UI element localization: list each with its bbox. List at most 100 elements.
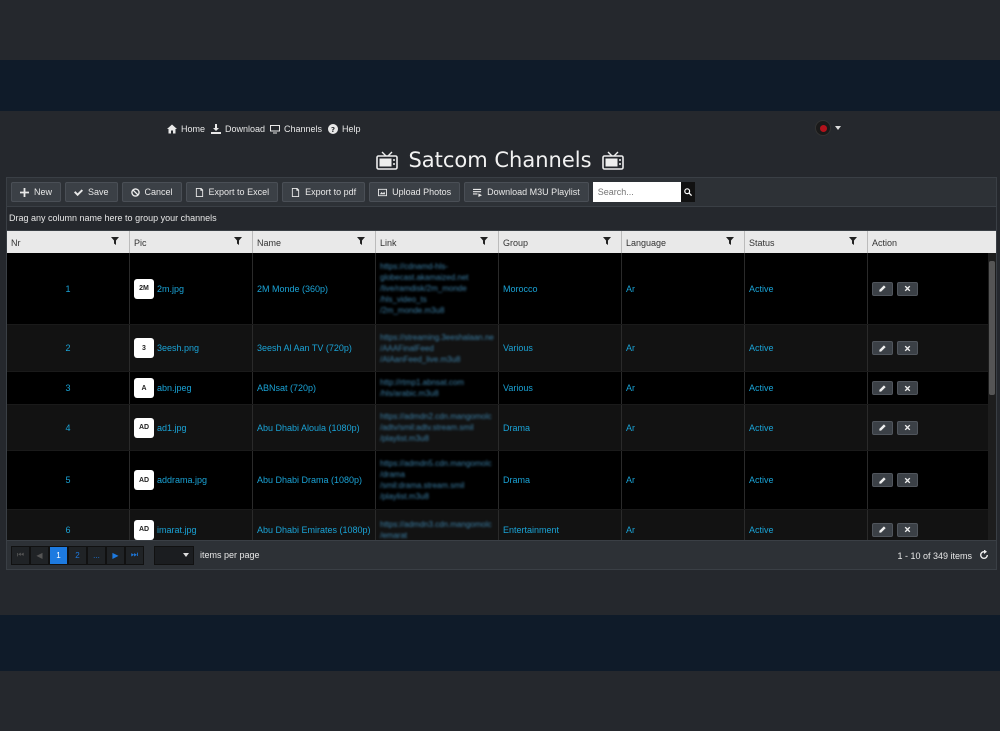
link-line: /live/ramdisk/2m_monde	[380, 284, 467, 293]
new-button[interactable]: New	[11, 182, 62, 202]
nav-help[interactable]: ? Help	[328, 124, 361, 134]
row-number: 6	[65, 524, 71, 535]
filter-icon[interactable]	[849, 237, 857, 245]
group-drop-area[interactable]: Drag any column name here to group your …	[7, 207, 996, 231]
delete-button[interactable]	[897, 420, 918, 435]
row-number: 4	[65, 422, 71, 433]
cell-action	[868, 253, 982, 324]
column-header-group[interactable]: Group	[499, 231, 622, 253]
column-header-status[interactable]: Status	[745, 231, 868, 253]
edit-button[interactable]	[872, 381, 893, 395]
close-icon	[904, 385, 911, 391]
next-page-button[interactable]: ▶	[106, 545, 125, 565]
nav-channels[interactable]: Channels	[270, 124, 322, 134]
link-line: https://admdn2.cdn.mangomolc	[380, 412, 492, 421]
link-line: /smil:drama.stream.smil	[380, 481, 465, 490]
filter-icon[interactable]	[603, 237, 611, 245]
column-header-language[interactable]: Language	[622, 231, 745, 253]
delete-button[interactable]	[897, 381, 918, 395]
cell-name: Abu Dhabi Aloula (1080p)	[253, 405, 376, 450]
edit-button[interactable]	[872, 281, 893, 296]
channel-logo: A	[134, 378, 154, 398]
cell-language: Ar	[622, 253, 745, 324]
cell-name: 2M Monde (360p)	[253, 253, 376, 324]
channel-group: Various	[503, 343, 533, 353]
table-row[interactable]: 1 2M 2m.jpg 2M Monde (360p) https://cdna…	[7, 253, 996, 325]
check-icon	[74, 188, 84, 196]
upload-photos-label: Upload Photos	[392, 187, 452, 197]
edit-button[interactable]	[872, 420, 893, 435]
cell-language: Ar	[622, 451, 745, 509]
column-header-link[interactable]: Link	[376, 231, 499, 253]
cancel-button[interactable]: Cancel	[121, 182, 182, 202]
cell-nr: 4	[7, 405, 130, 450]
filter-icon[interactable]	[726, 237, 734, 245]
channel-group: Drama	[503, 475, 531, 485]
edit-button[interactable]	[872, 473, 893, 487]
cell-pic: AD addrama.jpg	[130, 451, 253, 509]
cell-nr: 6	[7, 510, 130, 540]
channel-logo: 3	[134, 338, 154, 358]
link-line: /hls/arabic.m3u8	[380, 389, 439, 398]
save-button-label: Save	[88, 187, 109, 197]
column-header-name[interactable]: Name	[253, 231, 376, 253]
cell-group: Entertainment	[499, 510, 622, 540]
save-button[interactable]: Save	[65, 182, 118, 202]
table-row[interactable]: 4 AD ad1.jpg Abu Dhabi Aloula (1080p) ht…	[7, 405, 996, 451]
first-page-button[interactable]: ⏮	[11, 545, 30, 565]
upload-photos-button[interactable]: Upload Photos	[369, 182, 461, 202]
item-count: 1 - 10 of 349 items	[897, 551, 972, 561]
page-size-select[interactable]	[154, 545, 194, 565]
filter-icon[interactable]	[480, 237, 488, 245]
svg-text:?: ?	[331, 126, 335, 134]
refresh-button[interactable]	[976, 546, 992, 564]
delete-button[interactable]	[897, 281, 918, 296]
search-input[interactable]	[592, 182, 681, 202]
channel-logo: 2M	[134, 278, 154, 299]
nav-download[interactable]: Download	[211, 124, 265, 134]
filter-icon[interactable]	[111, 237, 119, 245]
channel-logo-text: AD	[138, 424, 150, 431]
column-header-pic[interactable]: Pic	[130, 231, 253, 253]
table-row[interactable]: 6 AD imarat.jpg Abu Dhabi Emirates (1080…	[7, 510, 996, 540]
cell-group: Various	[499, 325, 622, 371]
edit-button[interactable]	[872, 522, 893, 537]
channel-link: https://admdn3.cdn.mangomolc/emarat	[380, 520, 492, 540]
delete-button[interactable]	[897, 473, 918, 487]
cell-group: Drama	[499, 405, 622, 450]
nav-home[interactable]: Home	[167, 124, 205, 134]
search-button[interactable]	[680, 182, 695, 202]
delete-button[interactable]	[897, 341, 918, 355]
filter-icon[interactable]	[234, 237, 242, 245]
export-excel-button[interactable]: Export to Excel	[185, 182, 279, 202]
chevron-down-icon	[183, 553, 189, 557]
page-1-button[interactable]: 1	[49, 545, 68, 565]
channel-logo-text: AD	[138, 526, 150, 533]
row-number: 1	[65, 283, 71, 294]
user-menu[interactable]	[815, 120, 841, 136]
filter-icon[interactable]	[357, 237, 365, 245]
page-header: Satcom Channels	[0, 148, 1000, 172]
export-pdf-button[interactable]: Export to pdf	[282, 182, 366, 202]
table-row[interactable]: 5 AD addrama.jpg Abu Dhabi Drama (1080p)…	[7, 451, 996, 510]
download-m3u-button[interactable]: Download M3U Playlist	[464, 182, 589, 202]
cell-name: 3eesh Al Aan TV (720p)	[253, 325, 376, 371]
vertical-scrollbar[interactable]	[988, 253, 996, 540]
table-row[interactable]: 2 3 3eesh.png 3eesh Al Aan TV (720p) htt…	[7, 325, 996, 372]
prev-page-button[interactable]: ◀	[30, 545, 49, 565]
page-2-button[interactable]: 2	[68, 545, 87, 565]
delete-button[interactable]	[897, 522, 918, 537]
last-page-button[interactable]: ⏭	[125, 545, 144, 565]
image-icon	[378, 188, 388, 196]
channel-language: Ar	[626, 422, 635, 433]
channel-logo: AD	[134, 417, 154, 438]
more-pages-button[interactable]: ...	[87, 545, 106, 565]
table-row[interactable]: 3 A abn.jpeg ABNsat (720p) http://rtmp1.…	[7, 372, 996, 405]
link-line: https://cdnamd-hls-	[380, 262, 449, 271]
column-header-nr[interactable]: Nr	[7, 231, 130, 253]
channel-logo: AD	[134, 470, 154, 490]
channel-status: Active	[749, 422, 774, 433]
column-header-label: Action	[872, 238, 898, 248]
nav-help-label: Help	[342, 124, 361, 134]
edit-button[interactable]	[872, 341, 893, 355]
